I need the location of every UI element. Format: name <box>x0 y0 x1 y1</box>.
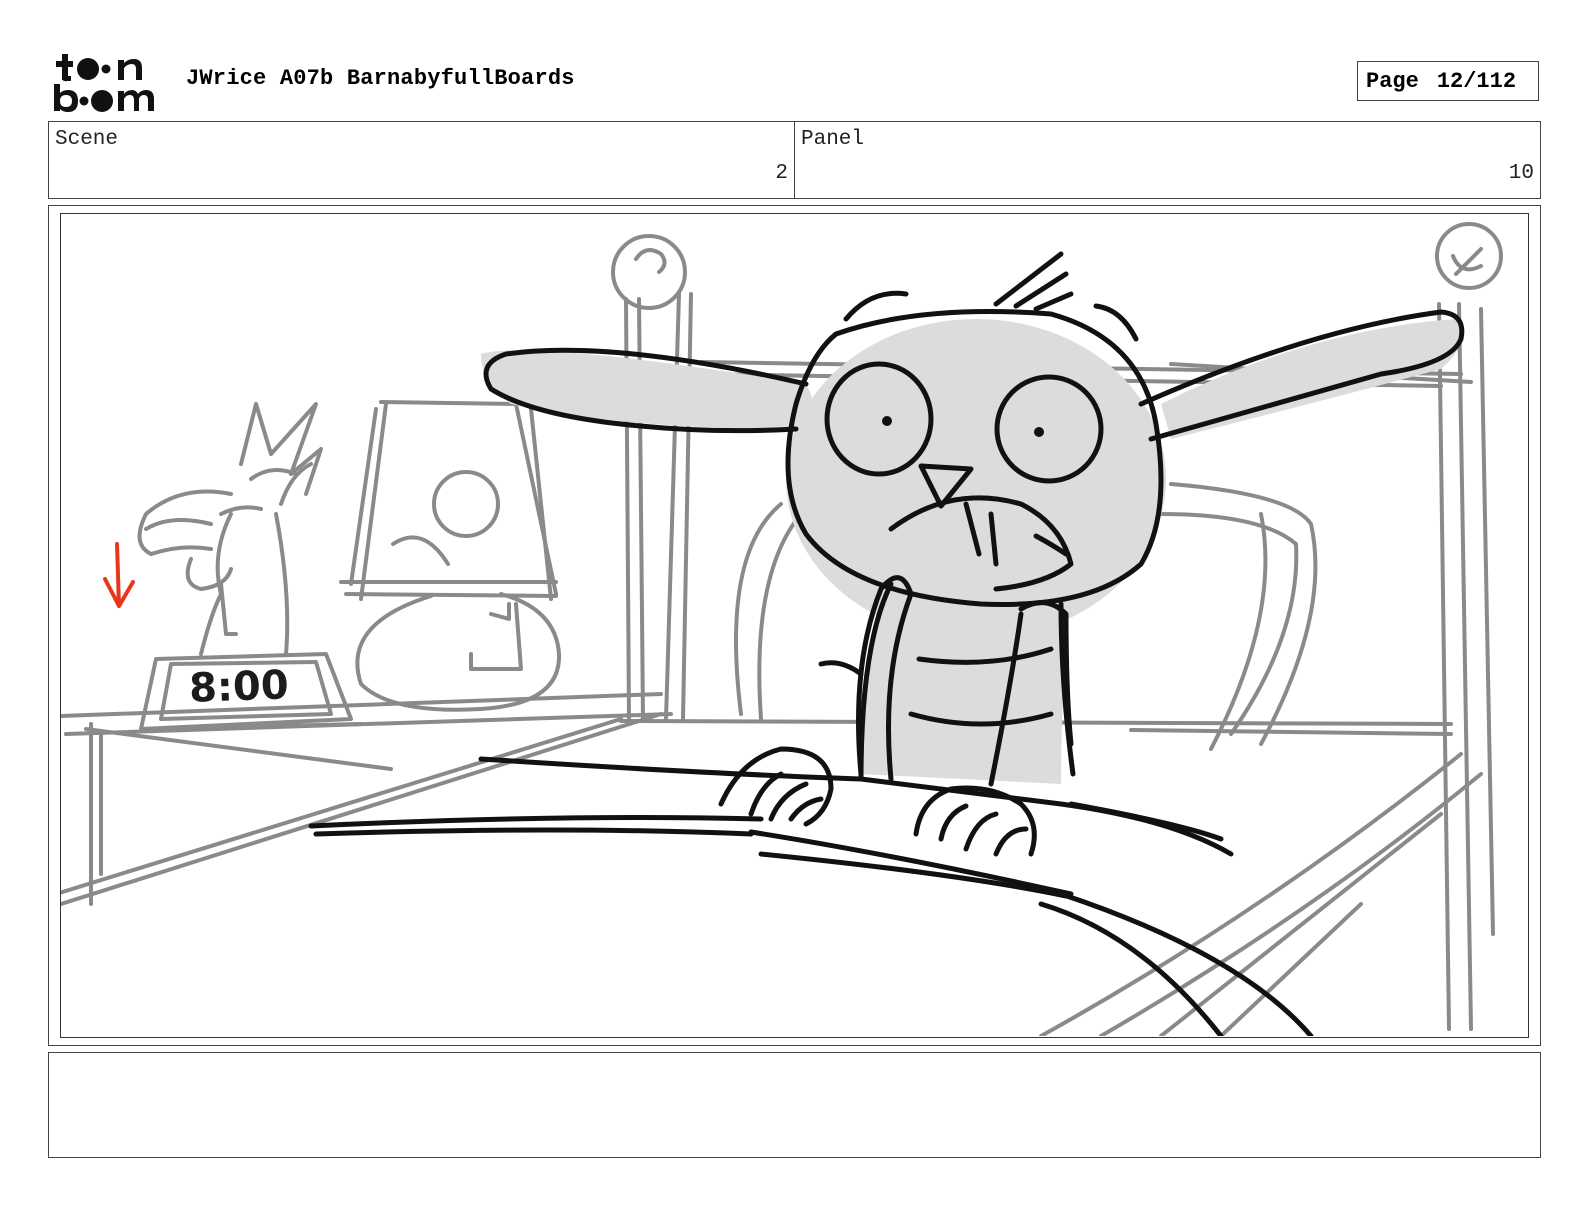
panel-label: Panel <box>801 128 865 151</box>
scene-number: 2 <box>775 162 788 185</box>
page-label: Page <box>1366 68 1419 94</box>
page-indicator: Page 12/112 <box>1357 61 1539 101</box>
storyboard-sketch: 8:00 <box>60 213 1529 1038</box>
clock-digits: 8:00 <box>188 662 289 711</box>
toon-boom-logo <box>52 52 164 112</box>
scene-cell: Scene 2 <box>49 122 794 198</box>
storyboard-panel-frame: 8:00 <box>48 205 1541 1046</box>
panel-number: 10 <box>1508 162 1534 185</box>
panel-notes-box <box>48 1052 1541 1158</box>
scene-label: Scene <box>55 128 119 151</box>
document-title: JWrice A07b BarnabyfullBoards <box>186 66 575 91</box>
panel-cell: Panel 10 <box>794 122 1540 198</box>
scene-panel-info-row: Scene 2 Panel 10 <box>48 121 1541 199</box>
page-number: 12/112 <box>1436 68 1517 94</box>
